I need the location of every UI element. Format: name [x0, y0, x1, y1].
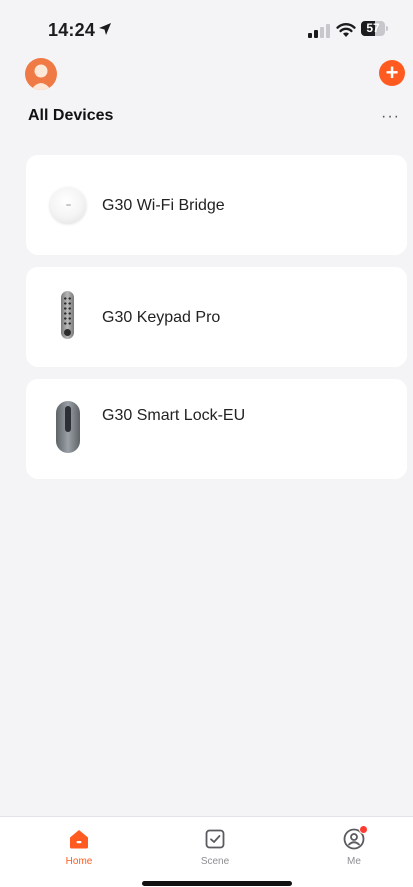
- battery-level: 57: [366, 21, 380, 35]
- scene-checkbox-icon: [203, 827, 227, 851]
- status-time: 14:24: [48, 20, 96, 40]
- tab-scene[interactable]: Scene: [175, 827, 255, 867]
- device-name: G30 Wi-Fi Bridge: [102, 197, 225, 214]
- device-name: G30 Keypad Pro: [102, 309, 221, 326]
- section-title: All Devices: [28, 107, 114, 124]
- user-avatar[interactable]: [25, 58, 57, 90]
- more-options-icon[interactable]: ···: [381, 108, 400, 126]
- device-name: G30 Smart Lock-EU: [102, 407, 246, 424]
- tab-label: Me: [347, 856, 361, 867]
- status-bar: 14:24 57: [0, 0, 413, 60]
- keypad-icon: [48, 291, 88, 343]
- location-arrow-icon: [99, 23, 111, 35]
- device-card-smart-lock[interactable]: G30 Smart Lock-EU: [26, 379, 407, 479]
- add-device-button[interactable]: +: [379, 60, 405, 86]
- tab-me[interactable]: Me: [314, 825, 394, 867]
- avatar-person-icon: [31, 64, 51, 90]
- notification-badge: [359, 825, 368, 834]
- home-indicator[interactable]: [142, 881, 292, 886]
- tab-home[interactable]: Home: [39, 827, 119, 867]
- device-card-wifi-bridge[interactable]: G30 Wi-Fi Bridge: [26, 155, 407, 255]
- wifi-bridge-icon: [48, 179, 88, 231]
- battery-icon: 57: [361, 21, 389, 37]
- tab-bar: Home Scene Me: [0, 816, 413, 887]
- tab-label: Home: [65, 856, 93, 867]
- smart-lock-icon: [48, 401, 88, 455]
- home-icon: [67, 827, 91, 851]
- profile-icon: [342, 825, 368, 851]
- device-card-keypad-pro[interactable]: G30 Keypad Pro: [26, 267, 407, 367]
- cellular-signal-icon: [308, 24, 330, 38]
- tab-label: Scene: [200, 856, 230, 867]
- wifi-icon: [336, 23, 356, 37]
